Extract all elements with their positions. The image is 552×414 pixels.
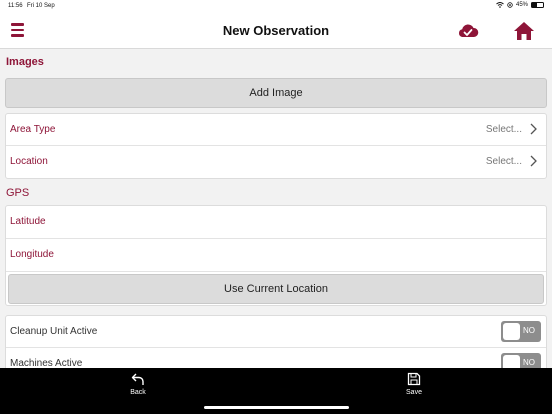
machines-active-row: Machines Active NO (6, 348, 546, 368)
machines-active-toggle[interactable]: NO (501, 353, 541, 368)
toggle-knob (503, 355, 520, 368)
chevron-right-icon (530, 123, 537, 135)
location-row[interactable]: Location Select... (6, 146, 546, 178)
status-date: Fri 10 Sep (27, 3, 55, 9)
home-icon[interactable] (513, 20, 535, 42)
longitude-field[interactable]: Longitude (10, 249, 54, 260)
gps-group: Latitude Longitude Use Current Location (5, 205, 547, 306)
status-right: 45% (496, 2, 544, 8)
save-button[interactable]: Save (394, 372, 434, 396)
status-bar: 11:56 Fri 10 Sep 45% (0, 0, 552, 13)
gps-section-header: GPS (6, 187, 30, 199)
latitude-field[interactable]: Latitude (10, 216, 46, 227)
area-type-row[interactable]: Area Type Select... (6, 114, 546, 146)
toggle-state: NO (523, 358, 535, 367)
toggles-group: Cleanup Unit Active NO Machines Active N… (5, 315, 547, 368)
observation-form[interactable]: Images Add Image Area Type Select... Loc… (0, 50, 552, 368)
use-current-location-button[interactable]: Use Current Location (8, 274, 544, 304)
toggle-state: NO (523, 326, 535, 335)
area-type-value: Select... (485, 124, 522, 135)
longitude-row[interactable]: Longitude (6, 239, 546, 272)
chevron-right-icon (530, 155, 537, 167)
save-icon (407, 372, 421, 386)
cleanup-unit-toggle[interactable]: NO (501, 321, 541, 342)
cleanup-unit-label: Cleanup Unit Active (10, 326, 98, 337)
cloud-check-icon[interactable] (457, 21, 479, 41)
save-label: Save (406, 389, 422, 396)
home-indicator[interactable] (204, 406, 349, 409)
undo-arrow-icon (131, 373, 144, 385)
wifi-icon (496, 2, 504, 8)
add-image-button[interactable]: Add Image (5, 78, 547, 108)
images-section-header: Images (6, 56, 44, 68)
battery-icon (531, 2, 544, 8)
status-time: 11:56 (8, 3, 23, 9)
location-label: Location (10, 156, 48, 167)
navigation-bar: New Observation (0, 13, 552, 49)
orientation-lock-icon (507, 2, 513, 8)
location-value: Select... (485, 156, 522, 167)
machines-active-label: Machines Active (10, 358, 83, 368)
back-label: Back (130, 389, 146, 396)
latitude-row[interactable]: Latitude (6, 206, 546, 239)
back-button[interactable]: Back (118, 372, 158, 396)
toggle-knob (503, 323, 520, 340)
classification-group: Area Type Select... Location Select... (5, 113, 547, 179)
battery-percent: 45% (515, 2, 528, 8)
cleanup-unit-row: Cleanup Unit Active NO (6, 316, 546, 348)
area-type-label: Area Type (10, 124, 56, 135)
